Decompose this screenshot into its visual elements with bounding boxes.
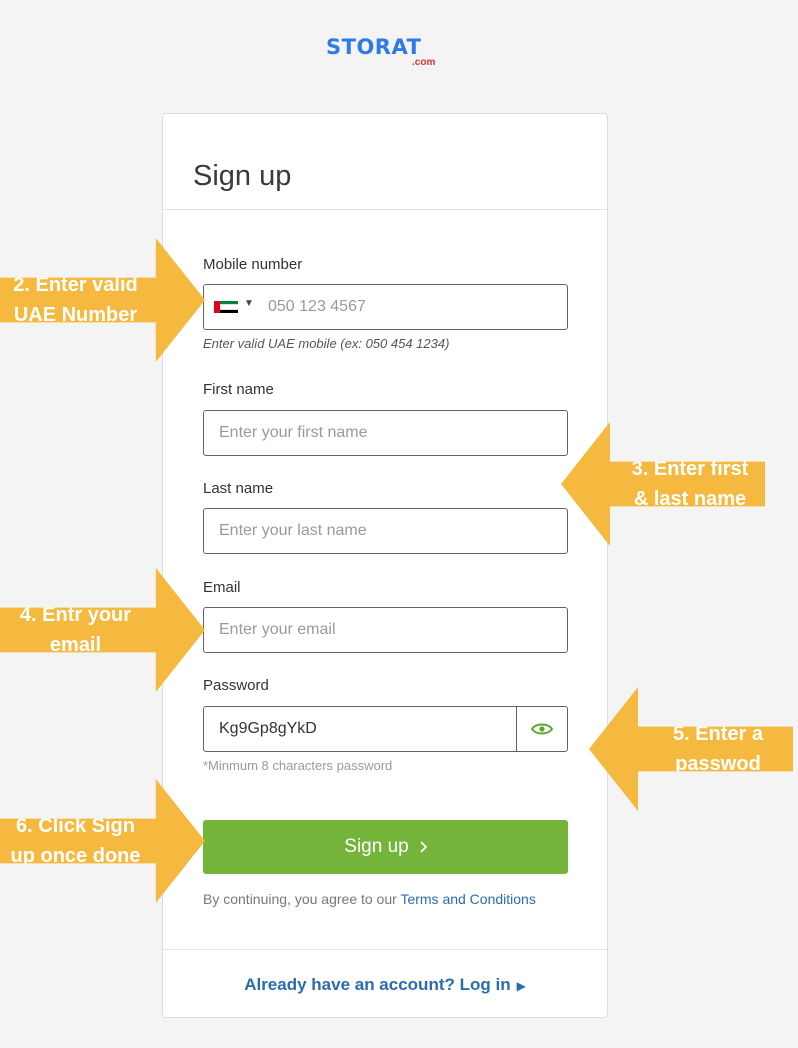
terms-notice: By continuing, you agree to our Terms an… [203, 890, 536, 908]
callout-step-6-line2: up once done [10, 845, 141, 867]
password-input[interactable] [219, 707, 509, 751]
triangle-right-icon: ▶ [516, 979, 526, 993]
callout-step-6-line1: 6. Click Sign [16, 815, 135, 837]
mobile-input[interactable] [268, 285, 558, 329]
signup-card: Sign up Mobile number ▼ Enter valid UAE … [162, 113, 608, 1018]
callout-step-5-line1: 5. Enter a [672, 723, 764, 745]
mobile-field: ▼ [203, 284, 568, 330]
email-label: Email [203, 579, 241, 596]
header-divider [163, 209, 607, 210]
signup-button[interactable]: Sign up [203, 820, 568, 874]
email-input[interactable] [219, 608, 559, 652]
uae-flag-icon[interactable] [214, 301, 238, 313]
mobile-hint: Enter valid UAE mobile (ex: 050 454 1234… [203, 336, 450, 351]
country-dropdown-caret-icon[interactable]: ▼ [244, 298, 254, 309]
login-link-text: Already have an account? Log in [244, 975, 511, 994]
logo-domain: .com [412, 57, 436, 68]
password-label: Password [203, 677, 269, 694]
chevron-right-icon [420, 841, 427, 853]
login-link[interactable]: Already have an account? Log in ▶ [163, 974, 607, 997]
callout-step-4-line2: email [49, 634, 102, 656]
storat-logo: STORAT .com [326, 35, 456, 68]
page-title: Sign up [193, 160, 292, 192]
eye-icon [531, 723, 553, 735]
password-field [203, 706, 568, 752]
first-name-input[interactable] [219, 411, 559, 455]
terms-notice-text: By continuing, you agree to our [203, 891, 397, 907]
signup-button-label: Sign up [344, 836, 409, 857]
callout-step-2-line2: UAE Number [13, 304, 138, 326]
terms-link[interactable]: Terms and Conditions [400, 891, 535, 907]
mobile-label: Mobile number [203, 256, 303, 273]
callout-step-5-line2: passwod [675, 753, 761, 775]
first-name-field [203, 410, 568, 456]
callout-step-4-line1: 4. Entr your [19, 604, 132, 626]
first-name-label: First name [203, 381, 274, 398]
footer-divider [163, 949, 607, 950]
last-name-field [203, 508, 568, 554]
email-field [203, 607, 568, 653]
last-name-input[interactable] [219, 509, 559, 553]
password-hint: *Minmum 8 characters password [203, 758, 393, 773]
callout-step-5: 5. Enter a passwod [589, 687, 793, 811]
callout-step-3-line1: 3. Enter first [631, 458, 749, 480]
callout-step-3-line2: & last name [633, 488, 747, 510]
password-visibility-toggle[interactable] [516, 707, 567, 751]
last-name-label: Last name [203, 480, 274, 497]
logo-wordmark: STORAT [326, 35, 422, 59]
callout-step-2-line1: 2. Enter valid [13, 274, 138, 296]
